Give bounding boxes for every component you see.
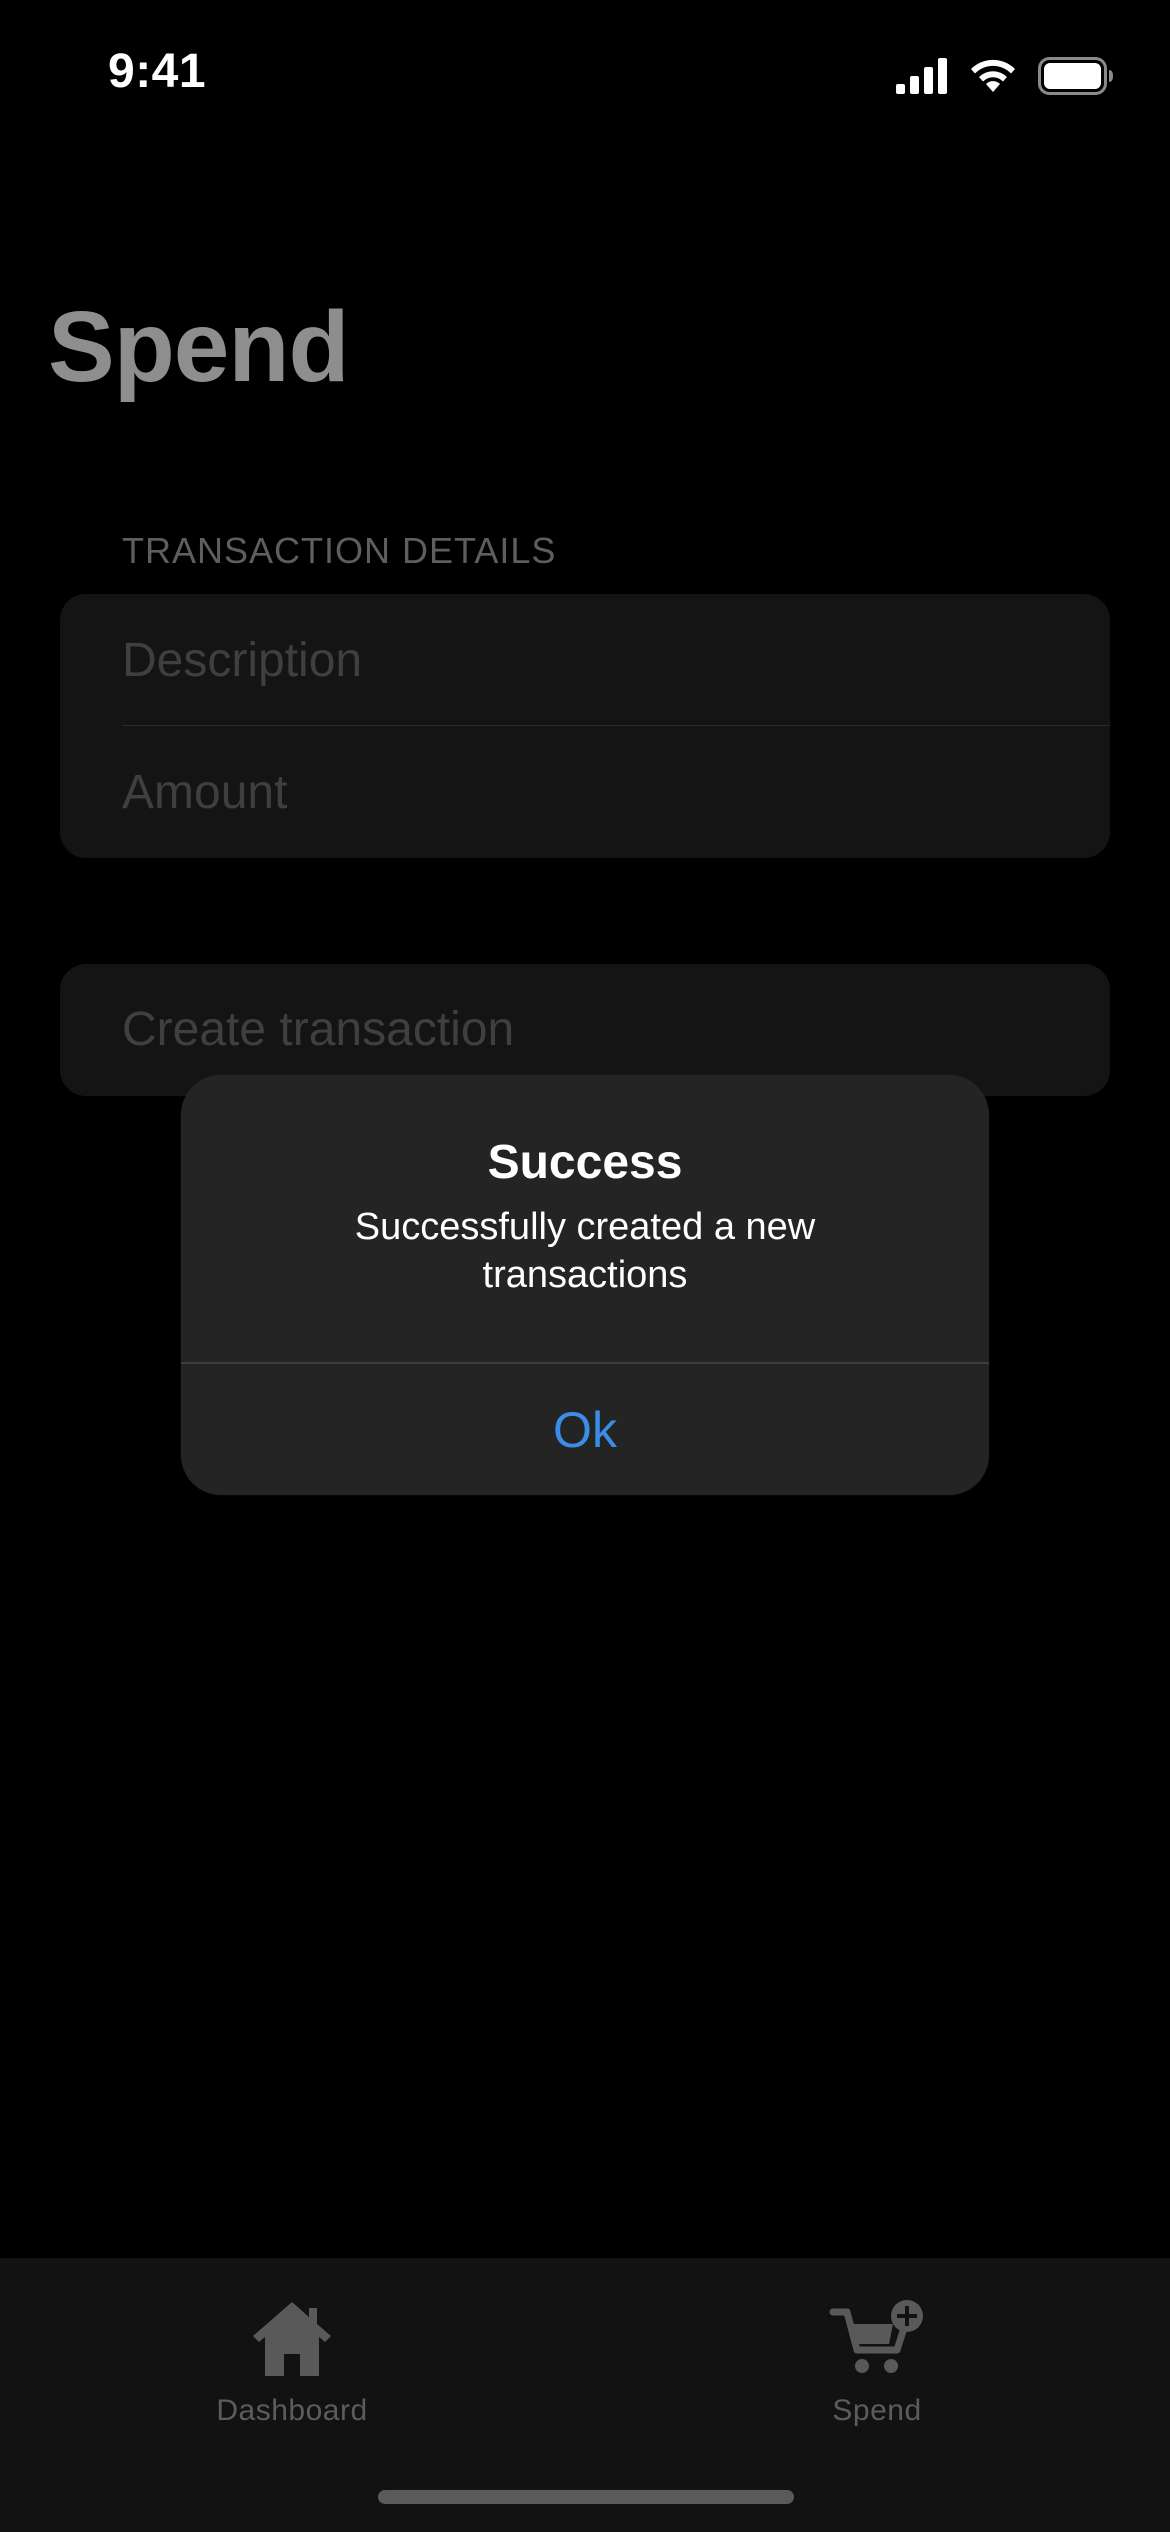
description-row	[60, 594, 1110, 726]
cart-plus-icon	[829, 2300, 923, 2373]
amount-row	[60, 726, 1110, 858]
transaction-form-card	[60, 594, 1110, 858]
tab-label-dashboard: Dashboard	[216, 2394, 368, 2427]
tab-label-spend: Spend	[832, 2394, 922, 2427]
ok-button[interactable]: Ok	[181, 1364, 989, 1495]
alert-title: Success	[487, 1136, 683, 1189]
page-title: Spend	[48, 291, 350, 403]
house-icon	[253, 2302, 331, 2376]
success-alert: Success Successfully created a new trans…	[181, 1075, 989, 1495]
app-screen: 9:41 Spend TRANSACTION DETAILS Descripti…	[0, 0, 1170, 2532]
tab-spend[interactable]: Spend	[727, 2298, 1027, 2448]
tab-dashboard[interactable]: Dashboard	[142, 2298, 442, 2448]
section-header-transaction-details: TRANSACTION DETAILS	[122, 530, 557, 571]
create-transaction-label: Create transaction	[122, 1003, 515, 1056]
alert-message: Successfully created a new transactions	[354, 1206, 816, 1296]
amount-field[interactable]	[122, 726, 1082, 858]
description-field[interactable]	[122, 594, 1082, 726]
tab-bar: Dashboard Spend	[0, 2258, 1170, 2532]
home-indicator[interactable]	[378, 2490, 794, 2504]
